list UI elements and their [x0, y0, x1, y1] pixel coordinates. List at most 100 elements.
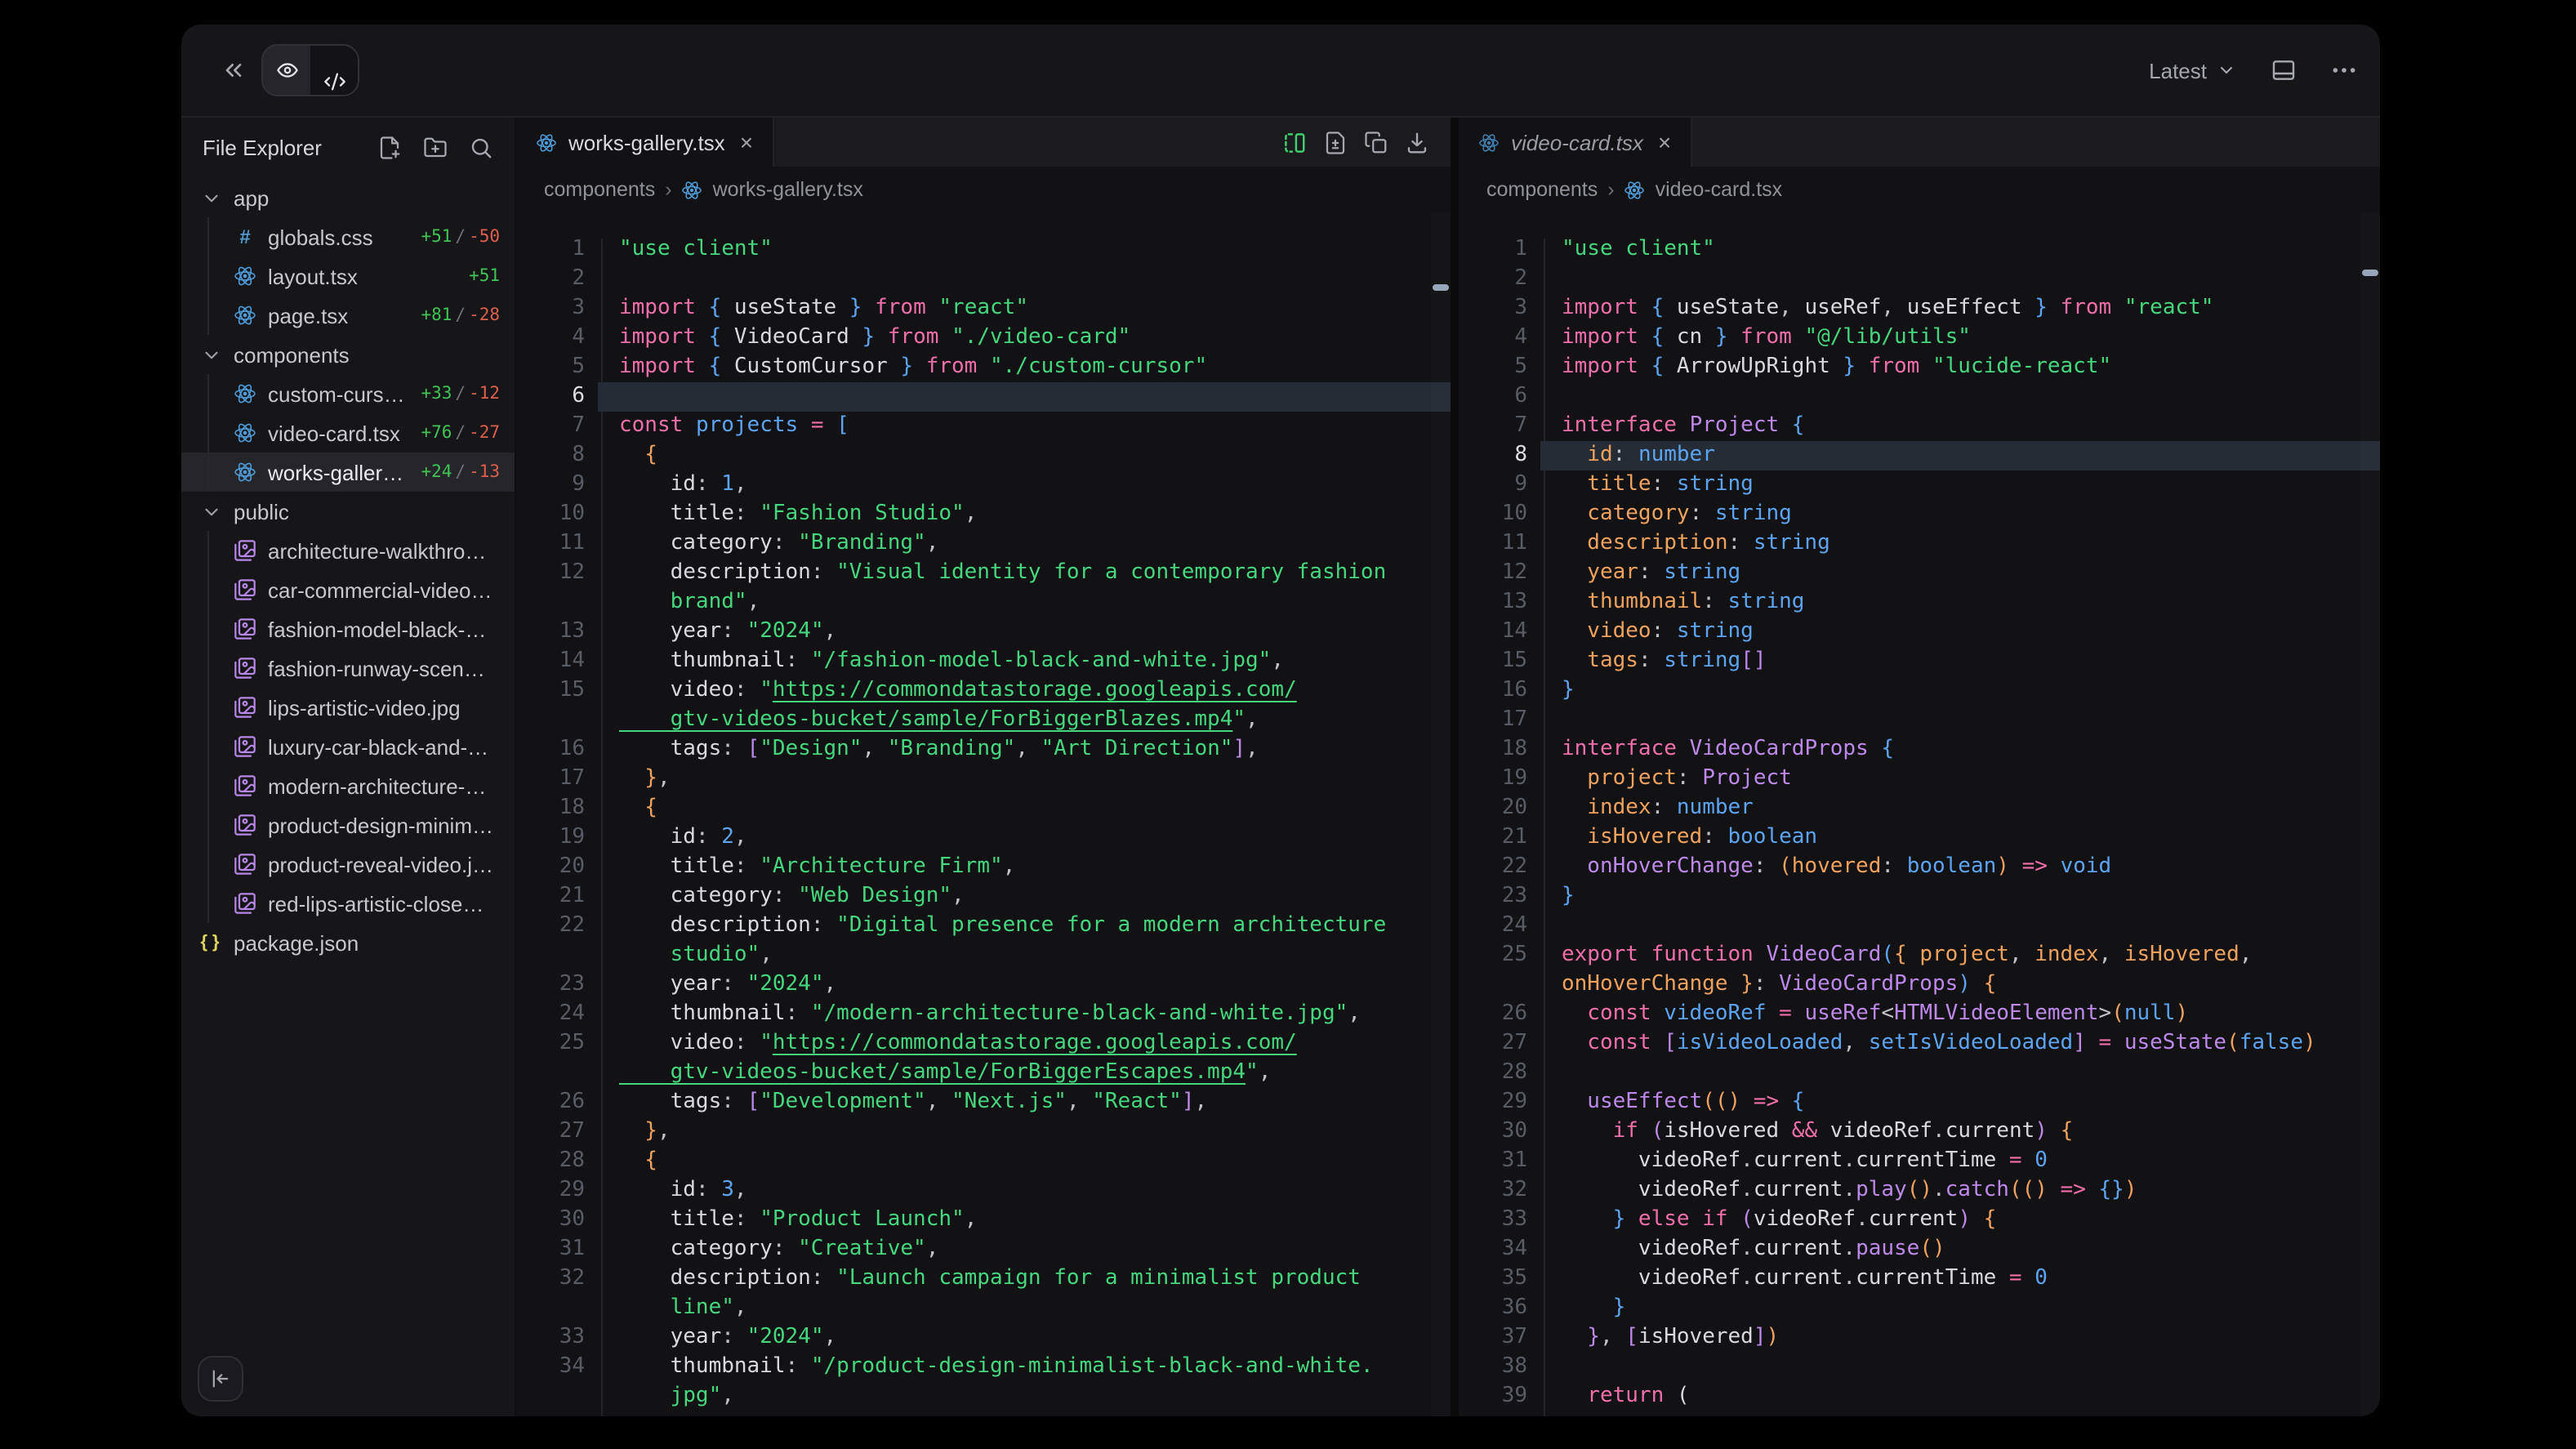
scrollbar-thumb[interactable]: [1433, 284, 1449, 291]
tree-file-works-galler-[interactable]: works-galler…+24/-13: [181, 453, 515, 492]
tree-file-architecture-walkthro-[interactable]: architecture-walkthro…: [181, 531, 515, 570]
close-icon[interactable]: ×: [1658, 131, 1671, 154]
tree-file-page.tsx[interactable]: page.tsx+81/-28: [181, 296, 515, 335]
tree-file-product-reveal-video.j-[interactable]: product-reveal-video.j…: [181, 845, 515, 884]
chevrons-left-icon[interactable]: [217, 54, 250, 87]
code-line[interactable]: 9 title: string: [1459, 470, 2380, 500]
code-line[interactable]: 22 onHoverChange: (hovered: boolean) => …: [1459, 853, 2380, 882]
code-line[interactable]: 33 } else if (videoRef.current) {: [1459, 1206, 2380, 1235]
code-line[interactable]: 35 videoRef.current.currentTime = 0: [1459, 1264, 2380, 1294]
code-line[interactable]: 12 year: string: [1459, 559, 2380, 588]
tree-file-globals.css[interactable]: #globals.css+51/-50: [181, 217, 515, 256]
scrollbar-track[interactable]: [2360, 212, 2380, 1416]
code-line[interactable]: 26 tags: ["Development", "Next.js", "Rea…: [516, 1088, 1451, 1117]
close-icon[interactable]: ×: [740, 131, 753, 154]
code-line[interactable]: 20 index: number: [1459, 794, 2380, 823]
code-line[interactable]: 28 {: [516, 1147, 1451, 1176]
tab-video-card[interactable]: video-card.tsx ×: [1459, 118, 1692, 167]
code-line[interactable]: 21 isHovered: boolean: [1459, 823, 2380, 853]
tab-works-gallery[interactable]: works-gallery.tsx ×: [516, 118, 774, 167]
code-line[interactable]: line",: [516, 1294, 1451, 1323]
code-line[interactable]: jpg",: [516, 1382, 1451, 1411]
code-line[interactable]: 25export function VideoCard({ project, i…: [1459, 941, 2380, 970]
code-line[interactable]: 7interface Project {: [1459, 412, 2380, 441]
code-icon[interactable]: [310, 46, 358, 95]
code-line[interactable]: 34 thumbnail: "/product-design-minimalis…: [516, 1353, 1451, 1382]
tree-folder-components[interactable]: components: [181, 335, 515, 374]
panel-bottom-icon[interactable]: [2271, 57, 2297, 83]
code-line[interactable]: 33 year: "2024",: [516, 1323, 1451, 1353]
code-line[interactable]: 15 tags: string[]: [1459, 647, 2380, 676]
search-icon[interactable]: [469, 136, 493, 160]
code-line[interactable]: 1"use client": [1459, 235, 2380, 265]
code-line[interactable]: 27 const [isVideoLoaded, setIsVideoLoade…: [1459, 1029, 2380, 1059]
code-line[interactable]: 26 const videoRef = useRef<HTMLVideoElem…: [1459, 1000, 2380, 1029]
code-line[interactable]: onHoverChange }: VideoCardProps) {: [1459, 970, 2380, 1000]
code-line[interactable]: 23 year: "2024",: [516, 970, 1451, 1000]
breadcrumb-file[interactable]: video-card.tsx: [1656, 178, 1783, 201]
code-line[interactable]: 20 title: "Architecture Firm",: [516, 853, 1451, 882]
code-line[interactable]: 39 return (: [1459, 1382, 2380, 1411]
code-line[interactable]: 8 {: [516, 441, 1451, 470]
code-line[interactable]: 31 category: "Creative",: [516, 1235, 1451, 1264]
tree-file-package.json[interactable]: { }package.json: [181, 923, 515, 962]
eye-icon[interactable]: [263, 46, 310, 95]
code-line[interactable]: 36 }: [1459, 1294, 2380, 1323]
tree-file-product-design-minim-[interactable]: product-design-minim…: [181, 805, 515, 845]
code-line[interactable]: 3import { useState } from "react": [516, 294, 1451, 323]
code-line[interactable]: 12 description: "Visual identity for a c…: [516, 559, 1451, 588]
code-editor-video-card[interactable]: 1"use client"23import { useState, useRef…: [1459, 212, 2380, 1416]
code-line[interactable]: 13 thumbnail: string: [1459, 588, 2380, 617]
code-line[interactable]: 34 videoRef.current.pause(): [1459, 1235, 2380, 1264]
code-line[interactable]: 38: [1459, 1353, 2380, 1382]
tree-folder-public[interactable]: public: [181, 492, 515, 531]
code-line[interactable]: 13 year: "2024",: [516, 617, 1451, 647]
new-file-icon[interactable]: [377, 136, 402, 160]
version-dropdown[interactable]: Latest: [2149, 58, 2236, 82]
pane-divider[interactable]: [1451, 118, 1459, 1416]
code-line[interactable]: brand",: [516, 588, 1451, 617]
breadcrumb-file[interactable]: works-gallery.tsx: [713, 178, 863, 201]
code-line[interactable]: 37 }, [isHovered]): [1459, 1323, 2380, 1353]
code-line[interactable]: 28: [1459, 1059, 2380, 1088]
download-icon[interactable]: [1405, 130, 1429, 154]
split-diff-icon[interactable]: [1282, 130, 1307, 154]
code-line[interactable]: 29 id: 3,: [516, 1176, 1451, 1206]
code-line[interactable]: 14 video: string: [1459, 617, 2380, 647]
tree-file-modern-architecture-[interactable]: modern-architecture-…: [181, 766, 515, 805]
code-line[interactable]: 11 description: string: [1459, 529, 2380, 559]
code-line[interactable]: studio",: [516, 941, 1451, 970]
code-line[interactable]: 7const projects = [: [516, 412, 1451, 441]
code-line[interactable]: 4import { cn } from "@/lib/utils": [1459, 323, 2380, 353]
code-line[interactable]: 30 if (isHovered && videoRef.current) {: [1459, 1117, 2380, 1147]
code-line[interactable]: 2: [516, 265, 1451, 294]
code-line[interactable]: 32 description: "Launch campaign for a m…: [516, 1264, 1451, 1294]
code-line[interactable]: 10 title: "Fashion Studio",: [516, 500, 1451, 529]
collapse-sidebar-button[interactable]: [198, 1356, 243, 1402]
code-line[interactable]: 21 category: "Web Design",: [516, 882, 1451, 912]
code-line[interactable]: 8 id: number: [1459, 441, 2380, 470]
code-line[interactable]: 32 videoRef.current.play().catch(() => {…: [1459, 1176, 2380, 1206]
code-line[interactable]: 18interface VideoCardProps {: [1459, 735, 2380, 765]
code-line[interactable]: gtv-videos-bucket/sample/ForBiggerBlazes…: [516, 706, 1451, 735]
code-line[interactable]: 23}: [1459, 882, 2380, 912]
new-folder-icon[interactable]: [423, 136, 448, 160]
code-line[interactable]: 19 project: Project: [1459, 765, 2380, 794]
code-line[interactable]: 1"use client": [516, 235, 1451, 265]
code-line[interactable]: 30 title: "Product Launch",: [516, 1206, 1451, 1235]
code-line[interactable]: 14 thumbnail: "/fashion-model-black-and-…: [516, 647, 1451, 676]
tree-file-car-commercial-video-[interactable]: car-commercial-video…: [181, 570, 515, 609]
scrollbar-track[interactable]: [1431, 212, 1451, 1416]
code-line[interactable]: 3import { useState, useRef, useEffect } …: [1459, 294, 2380, 323]
code-line[interactable]: 19 id: 2,: [516, 823, 1451, 853]
breadcrumb-folder[interactable]: components: [544, 178, 655, 201]
code-line[interactable]: 25 video: "https://commondatastorage.goo…: [516, 1029, 1451, 1059]
code-line[interactable]: 16 tags: ["Design", "Branding", "Art Dir…: [516, 735, 1451, 765]
tree-file-red-lips-artistic-close-[interactable]: red-lips-artistic-close…: [181, 884, 515, 923]
code-line[interactable]: 4import { VideoCard } from "./video-card…: [516, 323, 1451, 353]
code-line[interactable]: 5import { ArrowUpRight } from "lucide-re…: [1459, 353, 2380, 382]
code-line[interactable]: 27 },: [516, 1117, 1451, 1147]
code-line[interactable]: 18 {: [516, 794, 1451, 823]
copy-icon[interactable]: [1364, 130, 1388, 154]
code-line[interactable]: 16}: [1459, 676, 2380, 706]
